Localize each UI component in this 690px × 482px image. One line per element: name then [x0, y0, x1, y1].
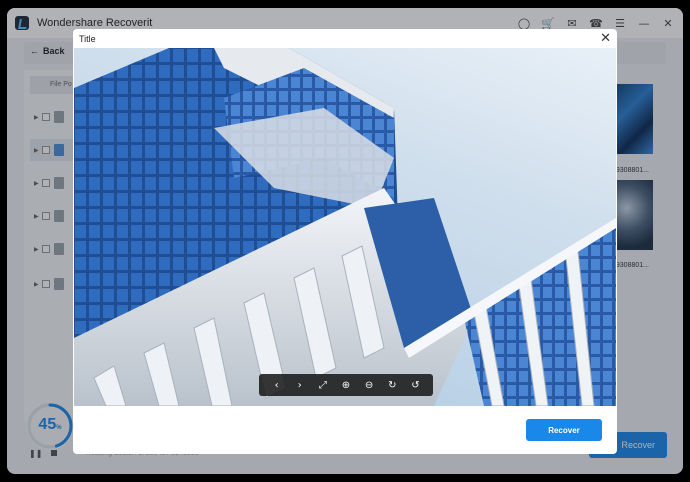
recover-button[interactable]: Recover — [526, 419, 602, 441]
chevron-left-icon[interactable]: ‹ — [270, 378, 284, 392]
building-photo — [74, 48, 616, 406]
zoom-out-icon[interactable]: ⊖ — [362, 378, 376, 392]
preview-dialog: Title ✕ ‹ › ⤢ ⊕ ⊖ ↻ ↺ Recover — [73, 29, 617, 454]
fullscreen-icon[interactable]: ⤢ — [316, 378, 330, 392]
close-icon[interactable]: ✕ — [600, 31, 611, 46]
zoom-in-icon[interactable]: ⊕ — [339, 378, 353, 392]
dialog-header: Title ✕ — [73, 29, 617, 49]
rotate-left-icon[interactable]: ↺ — [408, 378, 422, 392]
image-preview: ‹ › ⤢ ⊕ ⊖ ↻ ↺ — [74, 48, 616, 406]
rotate-right-icon[interactable]: ↻ — [385, 378, 399, 392]
dialog-title: Title — [79, 34, 96, 44]
preview-toolbar: ‹ › ⤢ ⊕ ⊖ ↻ ↺ — [259, 374, 433, 396]
chevron-right-icon[interactable]: › — [293, 378, 307, 392]
